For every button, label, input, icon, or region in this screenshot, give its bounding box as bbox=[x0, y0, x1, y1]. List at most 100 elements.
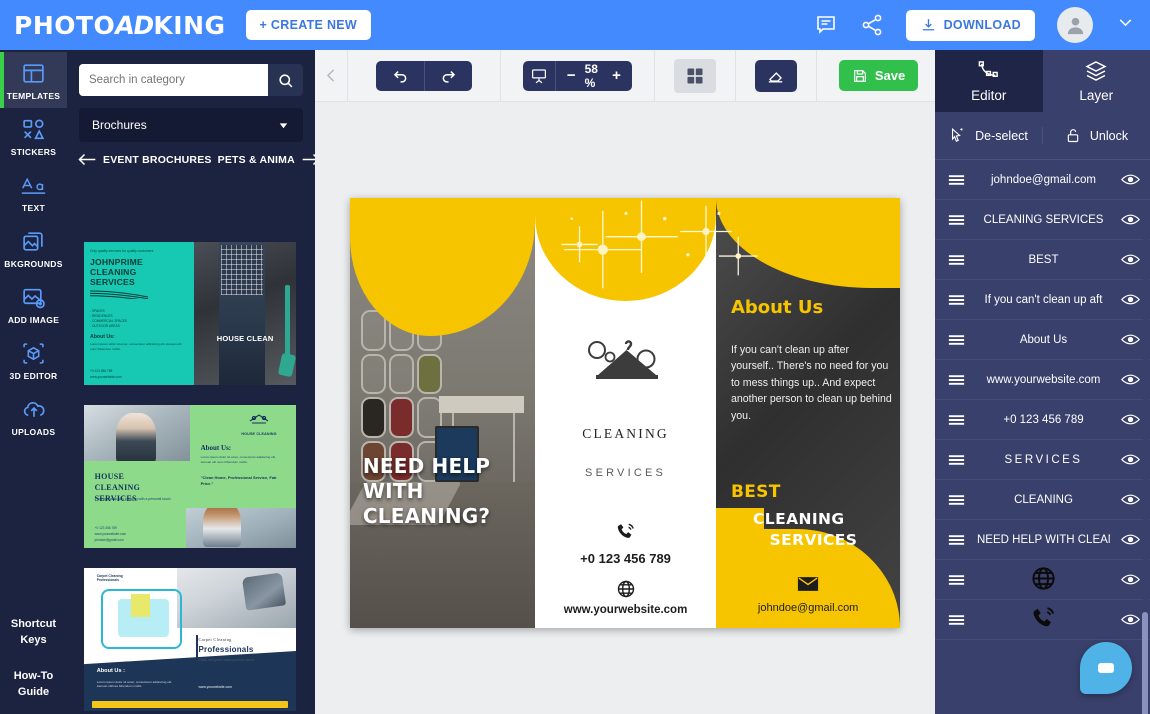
prev-category-arrow-left-icon[interactable] bbox=[77, 152, 97, 167]
toolbar-prev-chevron-left-icon[interactable] bbox=[315, 67, 347, 84]
present-button[interactable] bbox=[523, 60, 556, 91]
toolbar-eraser-section bbox=[736, 49, 817, 102]
share-icon[interactable] bbox=[860, 13, 884, 37]
layer-row[interactable]: johndoe@gmail.com bbox=[935, 160, 1150, 200]
shortcut-keys-link[interactable]: Shortcut Keys bbox=[0, 616, 67, 648]
sidebar-item-text[interactable]: TEXT bbox=[0, 164, 67, 220]
layer-row[interactable]: CLEANING bbox=[935, 480, 1150, 520]
layer-label: +0 123 456 789 bbox=[1003, 413, 1084, 426]
category-select[interactable]: Brochures bbox=[79, 108, 303, 142]
layers-list: johndoe@gmail.com CLEANING SERVICES BEST… bbox=[935, 160, 1150, 714]
prev-category-label[interactable]: EVENT BROCHURES bbox=[103, 154, 212, 166]
drag-handle-icon[interactable] bbox=[935, 573, 977, 587]
tab-layer[interactable]: Layer bbox=[1043, 50, 1150, 112]
layer-label: johndoe@gmail.com bbox=[990, 173, 1096, 186]
template-thumbnail[interactable]: HOUSE CLEANING HOUSE CLEANING SERVICES P… bbox=[81, 402, 299, 551]
redo-button[interactable] bbox=[424, 60, 472, 91]
create-new-button[interactable]: + CREATE NEW bbox=[245, 10, 372, 40]
layer-row[interactable]: CLEANING SERVICES bbox=[935, 200, 1150, 240]
de-select-button[interactable]: De-select bbox=[935, 127, 1042, 144]
sidebar-item-add-image[interactable]: ADD IMAGE bbox=[0, 276, 67, 332]
thumb1-bullets: - SPACES - RESIDENCES - COMMERCIAL SPACE… bbox=[90, 309, 128, 329]
chat-support-button[interactable] bbox=[1080, 642, 1132, 694]
right-panel-tabs: Editor Layer bbox=[935, 50, 1150, 112]
sidebar-item-backgrounds[interactable]: BKGROUNDS bbox=[0, 220, 67, 276]
about-us-body[interactable]: If you can't clean up after yourself.. T… bbox=[731, 342, 893, 424]
avatar[interactable] bbox=[1057, 7, 1093, 43]
sidebar-item-stickers[interactable]: STICKERS bbox=[0, 108, 67, 164]
app-logo[interactable]: PHOTOADKING bbox=[14, 11, 226, 40]
zoom-out-button[interactable]: − bbox=[567, 68, 576, 83]
search-row bbox=[67, 50, 315, 96]
brochure-panel-left[interactable]: NEED HELP WITH CLEANING? bbox=[350, 198, 535, 628]
thumb2-about-title: About Us: bbox=[200, 443, 232, 452]
eraser-button[interactable] bbox=[754, 59, 797, 92]
drag-handle-icon[interactable] bbox=[935, 373, 977, 387]
artboard[interactable]: NEED HELP WITH CLEANING? CLEANING SERVIC… bbox=[350, 198, 900, 628]
canvas-area[interactable]: NEED HELP WITH CLEANING? CLEANING SERVIC… bbox=[315, 102, 935, 714]
zoom-level-value: 58 % bbox=[584, 61, 598, 90]
layer-row[interactable] bbox=[935, 600, 1150, 640]
layer-row[interactable] bbox=[935, 560, 1150, 600]
undo-button[interactable] bbox=[376, 60, 424, 91]
template-thumbnail[interactable]: Carpet Cleaning Professionals Carpet Cle… bbox=[81, 565, 299, 714]
left-headline[interactable]: NEED HELP WITH CLEANING? bbox=[363, 454, 526, 529]
drag-handle-icon[interactable] bbox=[935, 613, 977, 627]
tab-editor[interactable]: Editor bbox=[935, 50, 1043, 112]
layers-scrollbar-track[interactable] bbox=[1142, 212, 1149, 714]
sidebar-item-3d-editor[interactable]: 3D EDITOR bbox=[0, 332, 67, 388]
sidebar-item-uploads[interactable]: UPLOADS bbox=[0, 388, 67, 444]
middle-website-text[interactable]: www.yourwebsite.com bbox=[535, 604, 717, 616]
layer-row[interactable]: If you can't clean up aft bbox=[935, 280, 1150, 320]
brochure-panel-middle[interactable]: CLEANING SERVICES +0 123 456 789 www.you… bbox=[534, 198, 717, 628]
drag-handle-icon[interactable] bbox=[935, 453, 977, 467]
how-to-guide-link[interactable]: How-To Guide bbox=[0, 668, 67, 700]
layers-scrollbar-thumb[interactable] bbox=[1142, 612, 1148, 714]
rail-label-backgrounds: BKGROUNDS bbox=[4, 259, 63, 269]
drag-handle-icon[interactable] bbox=[935, 293, 977, 307]
zoom-in-button[interactable]: + bbox=[612, 68, 621, 83]
feedback-icon[interactable] bbox=[814, 13, 838, 37]
drag-handle-icon[interactable] bbox=[935, 173, 977, 187]
drag-handle-icon[interactable] bbox=[935, 493, 977, 507]
brand-name[interactable]: CLEANING bbox=[535, 426, 717, 442]
brand-subtitle[interactable]: SERVICES bbox=[535, 467, 717, 479]
layer-row[interactable]: BEST bbox=[935, 240, 1150, 280]
download-button[interactable]: DOWNLOAD bbox=[905, 9, 1035, 41]
layer-row[interactable]: About Us bbox=[935, 320, 1150, 360]
layer-row[interactable]: NEED HELP WITH CLEANIN bbox=[935, 520, 1150, 560]
drag-handle-icon[interactable] bbox=[935, 333, 977, 347]
thumb1-mop-head bbox=[277, 353, 296, 378]
toolbar-save-section: Save bbox=[817, 50, 940, 102]
layer-row[interactable]: +0 123 456 789 bbox=[935, 400, 1150, 440]
template-thumbnail[interactable]: Only quality services for quality custom… bbox=[81, 239, 299, 388]
unlock-button[interactable]: Unlock bbox=[1042, 127, 1150, 144]
search-input[interactable] bbox=[79, 64, 268, 96]
account-menu-chevron-down-icon[interactable] bbox=[1115, 12, 1136, 38]
email-text[interactable]: johndoe@gmail.com bbox=[716, 602, 900, 614]
sidebar-item-templates[interactable]: TEMPLATES bbox=[0, 52, 67, 108]
layers-stack-icon bbox=[1085, 61, 1107, 81]
about-us-title[interactable]: About Us bbox=[731, 297, 823, 318]
thumb1-title2: CLEANING bbox=[90, 267, 137, 278]
middle-phone-text[interactable]: +0 123 456 789 bbox=[535, 551, 717, 566]
best-text[interactable]: BEST bbox=[731, 482, 781, 502]
layer-row[interactable]: www.yourwebsite.com bbox=[935, 360, 1150, 400]
category-select-value: Brochures bbox=[92, 118, 147, 132]
thumb2-photo-kitchen bbox=[84, 405, 190, 470]
right-services-text[interactable]: SERVICES bbox=[770, 531, 858, 549]
layer-label: www.yourwebsite.com bbox=[986, 373, 1101, 386]
layer-row[interactable]: SERVICES bbox=[935, 440, 1150, 480]
drag-handle-icon[interactable] bbox=[935, 253, 977, 267]
grid-button[interactable] bbox=[673, 58, 716, 93]
right-cleaning-text[interactable]: CLEANING bbox=[753, 510, 844, 528]
save-button[interactable]: Save bbox=[838, 60, 919, 91]
drag-handle-icon[interactable] bbox=[935, 213, 977, 227]
drag-handle-icon[interactable] bbox=[935, 533, 977, 547]
search-button[interactable] bbox=[268, 64, 303, 96]
save-disk-icon bbox=[853, 69, 866, 82]
next-category-label[interactable]: PETS & ANIMA bbox=[218, 154, 295, 166]
visibility-eye-icon[interactable] bbox=[1110, 173, 1150, 186]
brochure-panel-right[interactable]: About Us If you can't clean up after you… bbox=[716, 198, 900, 628]
drag-handle-icon[interactable] bbox=[935, 413, 977, 427]
